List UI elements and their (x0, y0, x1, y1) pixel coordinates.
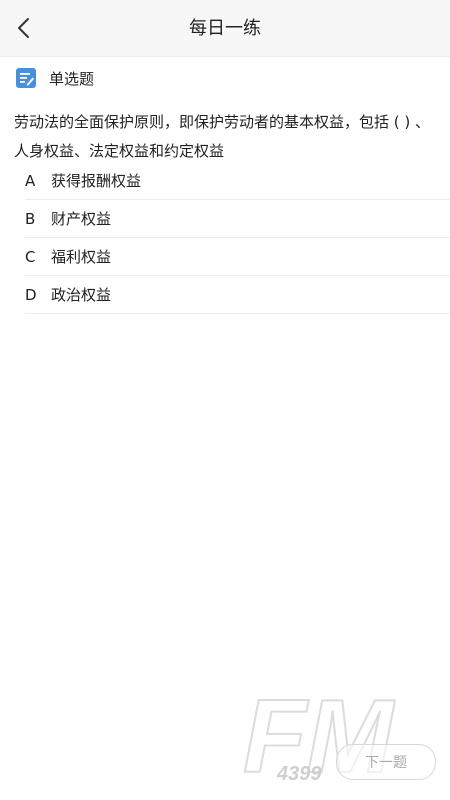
option-letter: B (25, 209, 36, 228)
option-letter: C (25, 247, 36, 266)
option-a[interactable]: A 获得报酬权益 (25, 162, 450, 200)
option-letter: D (25, 285, 37, 304)
edit-note-icon (16, 68, 36, 88)
question-type-label: 单选题 (49, 69, 95, 88)
option-letter: A (25, 171, 36, 190)
option-c[interactable]: C 福利权益 (25, 238, 450, 276)
question-type: 单选题 (16, 66, 94, 90)
option-text: 政治权益 (51, 286, 112, 304)
question-text: 劳动法的全面保护原则，即保护劳动者的基本权益，包括 ( ) 、 人身权益、法定权… (14, 108, 450, 166)
svg-text:4399: 4399 (276, 763, 322, 785)
option-text: 福利权益 (51, 248, 112, 266)
top-bar: 每日一练 (0, 0, 450, 57)
options-list: A 获得报酬权益 B 财产权益 C 福利权益 D 政治权益 (25, 162, 450, 314)
question-line: 劳动法的全面保护原则，即保护劳动者的基本权益，包括 ( ) 、 (14, 113, 431, 131)
option-b[interactable]: B 财产权益 (25, 200, 450, 238)
option-text: 获得报酬权益 (51, 172, 142, 190)
next-question-button[interactable]: 下一题 (336, 744, 436, 780)
option-d[interactable]: D 政治权益 (25, 276, 450, 314)
page-title: 每日一练 (189, 18, 261, 39)
option-text: 财产权益 (51, 210, 112, 228)
